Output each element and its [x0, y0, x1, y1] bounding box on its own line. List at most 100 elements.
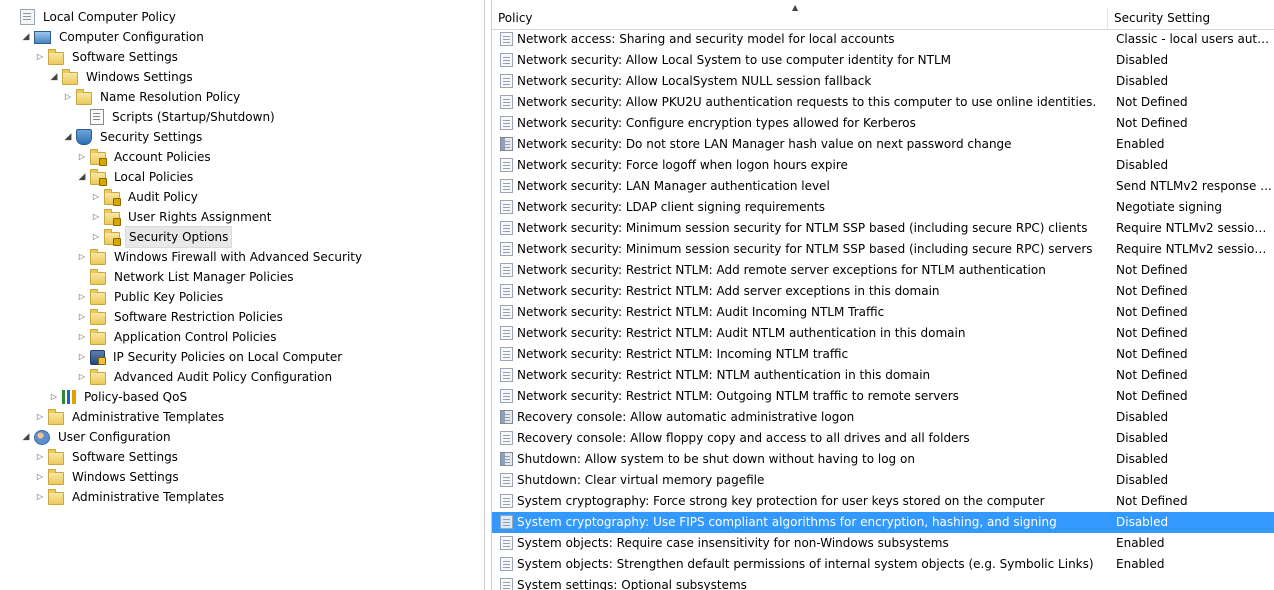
tree-node[interactable]: ▷ Software Settings [34, 47, 181, 67]
console-tree[interactable]: Local Computer Policy ◢ Computer Configura… [0, 0, 484, 590]
policy-row[interactable]: Shutdown: Clear virtual memory pagefile D… [492, 470, 1274, 491]
collapsed-arrow-icon[interactable]: ▷ [76, 327, 88, 347]
tree-node[interactable]: Scripts (Startup/Shutdown) [76, 107, 278, 127]
tree-node[interactable]: ▷ Name Resolution Policy [62, 87, 243, 107]
policy-row[interactable]: Network security: Force logoff when logo… [492, 155, 1274, 176]
collapsed-arrow-icon[interactable]: ▷ [62, 87, 74, 107]
tree-node-label[interactable]: Audit Policy [125, 187, 201, 207]
collapsed-arrow-icon[interactable]: ▷ [76, 347, 88, 367]
tree-node[interactable]: ▷ Software Restriction Policies [76, 307, 286, 327]
tree-node[interactable]: ◢ Security Settings [62, 127, 205, 147]
column-header-security-setting[interactable]: Security Setting [1108, 8, 1274, 29]
tree-node[interactable]: Local Computer Policy [6, 7, 179, 27]
tree-node-label[interactable]: Computer Configuration [56, 27, 207, 47]
tree-node-label[interactable]: Administrative Templates [69, 407, 227, 427]
expanded-arrow-icon[interactable]: ◢ [48, 67, 60, 87]
policy-row[interactable]: Network security: Restrict NTLM: Audit I… [492, 302, 1274, 323]
expanded-arrow-icon[interactable]: ◢ [76, 167, 88, 187]
policy-row[interactable]: Network security: Allow PKU2U authentica… [492, 92, 1274, 113]
tree-node-label[interactable]: User Configuration [55, 427, 174, 447]
collapsed-arrow-icon[interactable]: ▷ [90, 207, 102, 227]
policy-row[interactable]: Network security: Configure encryption t… [492, 113, 1274, 134]
collapsed-arrow-icon[interactable]: ▷ [76, 367, 88, 387]
tree-node[interactable]: ▷ Administrative Templates [34, 487, 227, 507]
tree-node-label[interactable]: Network List Manager Policies [111, 267, 297, 287]
collapsed-arrow-icon[interactable]: ▷ [34, 467, 46, 487]
policy-row[interactable]: Recovery console: Allow automatic admini… [492, 407, 1274, 428]
tree-node[interactable]: ▷ Policy-based QoS [48, 387, 190, 407]
tree-node-label[interactable]: Windows Settings [69, 467, 182, 487]
tree-node-label[interactable]: Application Control Policies [111, 327, 279, 347]
policy-row[interactable]: Network security: Restrict NTLM: NTLM au… [492, 365, 1274, 386]
tree-node-label[interactable]: Software Settings [69, 47, 181, 67]
policy-row[interactable]: Recovery console: Allow floppy copy and … [492, 428, 1274, 449]
collapsed-arrow-icon[interactable]: ▷ [90, 227, 102, 247]
policy-row[interactable]: System objects: Strengthen default permi… [492, 554, 1274, 575]
tree-node-label[interactable]: Advanced Audit Policy Configuration [111, 367, 335, 387]
tree-node[interactable]: ◢ Windows Settings [48, 67, 196, 87]
tree-node[interactable]: ◢ Computer Configuration [20, 27, 207, 47]
tree-node[interactable]: ▷ Administrative Templates [34, 407, 227, 427]
collapsed-arrow-icon[interactable]: ▷ [76, 247, 88, 267]
tree-node-label[interactable]: Security Settings [97, 127, 205, 147]
policy-row[interactable]: Network security: Allow LocalSystem NULL… [492, 71, 1274, 92]
tree-node[interactable]: ▷ Audit Policy [90, 187, 201, 207]
tree-node-label[interactable]: Security Options [125, 226, 233, 248]
tree-node-label[interactable]: Windows Firewall with Advanced Security [111, 247, 365, 267]
tree-node[interactable]: ◢ User Configuration [20, 427, 174, 447]
tree-node-label[interactable]: Software Settings [69, 447, 181, 467]
expanded-arrow-icon[interactable]: ◢ [20, 427, 32, 447]
policy-row[interactable]: Network security: Restrict NTLM: Outgoin… [492, 386, 1274, 407]
tree-node-label[interactable]: Scripts (Startup/Shutdown) [109, 107, 278, 127]
collapsed-arrow-icon[interactable]: ▷ [76, 287, 88, 307]
expanded-arrow-icon[interactable]: ◢ [20, 27, 32, 47]
collapsed-arrow-icon[interactable]: ▷ [34, 47, 46, 67]
tree-node-label[interactable]: Name Resolution Policy [97, 87, 243, 107]
tree-node[interactable]: ▷ Advanced Audit Policy Configuration [76, 367, 335, 387]
policy-row[interactable]: Network security: LDAP client signing re… [492, 197, 1274, 218]
tree-node[interactable]: ▷ Application Control Policies [76, 327, 279, 347]
collapsed-arrow-icon[interactable]: ▷ [34, 447, 46, 467]
tree-node[interactable]: ◢ Local Policies [76, 167, 196, 187]
tree-node-label[interactable]: Windows Settings [83, 67, 196, 87]
policy-row[interactable]: System objects: Require case insensitivi… [492, 533, 1274, 554]
collapsed-arrow-icon[interactable]: ▷ [34, 487, 46, 507]
tree-node[interactable]: ▷ Software Settings [34, 447, 181, 467]
tree-node-label[interactable]: IP Security Policies on Local Computer [110, 347, 345, 367]
tree-node[interactable]: ▷ Security Options [90, 226, 233, 248]
tree-node[interactable]: ▷ User Rights Assignment [90, 207, 274, 227]
policy-row[interactable]: System cryptography: Use FIPS compliant … [492, 512, 1274, 533]
policy-row[interactable]: Network security: Restrict NTLM: Incomin… [492, 344, 1274, 365]
tree-node[interactable]: Network List Manager Policies [76, 267, 297, 287]
collapsed-arrow-icon[interactable]: ▷ [76, 147, 88, 167]
policy-row[interactable]: System cryptography: Force strong key pr… [492, 491, 1274, 512]
tree-node-label[interactable]: Software Restriction Policies [111, 307, 286, 327]
collapsed-arrow-icon[interactable]: ▷ [76, 307, 88, 327]
policy-row[interactable]: Network security: Minimum session securi… [492, 239, 1274, 260]
policy-row[interactable]: System settings: Optional subsystems [492, 575, 1274, 590]
column-header-policy[interactable]: Policy [492, 8, 1108, 29]
tree-node-label[interactable]: Administrative Templates [69, 487, 227, 507]
policy-row[interactable]: Network security: Restrict NTLM: Add ser… [492, 281, 1274, 302]
tree-node-label[interactable]: Public Key Policies [111, 287, 226, 307]
tree-node-label[interactable]: Account Policies [111, 147, 214, 167]
collapsed-arrow-icon[interactable]: ▷ [48, 387, 60, 407]
tree-node-label[interactable]: Local Policies [111, 167, 196, 187]
policy-row[interactable]: Network security: Allow Local System to … [492, 50, 1274, 71]
policy-row[interactable]: Network security: LAN Manager authentica… [492, 176, 1274, 197]
policy-row[interactable]: Network security: Minimum session securi… [492, 218, 1274, 239]
expanded-arrow-icon[interactable]: ◢ [62, 127, 74, 147]
policy-row[interactable]: Shutdown: Allow system to be shut down w… [492, 449, 1274, 470]
tree-node-label[interactable]: User Rights Assignment [125, 207, 274, 227]
tree-node[interactable]: ▷ Windows Settings [34, 467, 182, 487]
pane-splitter[interactable] [484, 0, 492, 590]
policy-row[interactable]: Network security: Restrict NTLM: Add rem… [492, 260, 1274, 281]
policy-row[interactable]: Network security: Restrict NTLM: Audit N… [492, 323, 1274, 344]
policy-row[interactable]: Network access: Sharing and security mod… [492, 29, 1274, 50]
tree-node[interactable]: ▷ Public Key Policies [76, 287, 226, 307]
policy-row[interactable]: Network security: Do not store LAN Manag… [492, 134, 1274, 155]
collapsed-arrow-icon[interactable]: ▷ [34, 407, 46, 427]
policy-list[interactable]: Policy ▲ Security Setting Network access… [492, 0, 1274, 590]
collapsed-arrow-icon[interactable]: ▷ [90, 187, 102, 207]
tree-node[interactable]: ▷ Windows Firewall with Advanced Security [76, 247, 365, 267]
